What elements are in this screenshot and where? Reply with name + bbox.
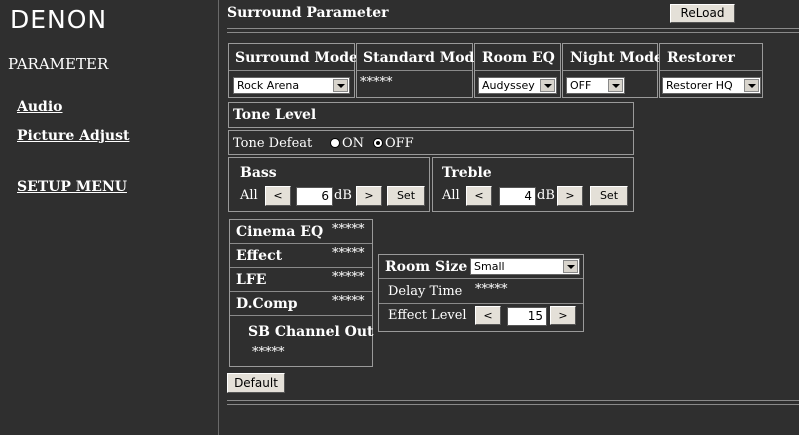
cell-divider [357, 70, 472, 71]
row-divider [379, 303, 583, 304]
tone-defeat-off-label: OFF [385, 136, 414, 151]
bass-set-button[interactable]: Set [387, 186, 425, 206]
cinema-eq-value: ***** [332, 222, 365, 237]
tone-level-title: Tone Level [233, 107, 317, 123]
tone-defeat-on-label: ON [342, 136, 365, 151]
divider [227, 400, 799, 401]
night-mode-header: Night Mode [570, 50, 663, 66]
divider [227, 32, 799, 33]
room-size-select[interactable]: Small [470, 258, 580, 275]
restorer-select[interactable]: Restorer HQ [662, 77, 761, 94]
bass-increase-button[interactable]: > [356, 186, 382, 206]
row-divider [230, 315, 372, 316]
room-eq-select[interactable]: Audyssey [478, 77, 557, 94]
treble-unit: dB [537, 188, 555, 203]
cell-divider [660, 70, 762, 71]
room-size-label: Room Size [385, 259, 468, 275]
divider [227, 404, 799, 405]
chevron-down-icon [744, 79, 759, 92]
cell-divider [229, 70, 354, 71]
sb-channel-out-value: ***** [252, 345, 285, 360]
tone-defeat-off-radio[interactable] [373, 138, 383, 148]
chevron-down-icon [333, 79, 348, 92]
chevron-down-icon [563, 260, 578, 273]
main-panel: Surround Parameter ReLoad Surround Mode … [219, 0, 799, 435]
denon-logo: DENON [10, 5, 108, 34]
restorer-header: Restorer [667, 50, 735, 66]
surround-mode-header: Surround Mode [235, 50, 358, 66]
row-divider [230, 291, 372, 292]
lfe-value: ***** [332, 270, 365, 285]
bass-decrease-button[interactable]: < [265, 186, 291, 206]
treble-value-field[interactable]: 4 [499, 187, 536, 206]
effect-level-increase-button[interactable]: > [550, 306, 576, 325]
divider [227, 28, 799, 29]
night-mode-select[interactable]: OFF [566, 77, 625, 94]
standard-mode-value: ***** [360, 75, 393, 90]
tone-defeat-on-radio[interactable] [330, 138, 340, 148]
default-button[interactable]: Default [227, 373, 285, 393]
bass-title: Bass [240, 165, 277, 181]
room-eq-header: Room EQ [482, 50, 555, 66]
effect-level-label: Effect Level [388, 308, 467, 323]
treble-title: Treble [442, 165, 492, 181]
room-size-value: Small [474, 260, 505, 273]
room-eq-value: Audyssey [482, 79, 535, 92]
sb-channel-out-label: SB Channel Out [248, 324, 374, 340]
treble-decrease-button[interactable]: < [466, 186, 492, 206]
dcomp-value: ***** [332, 294, 365, 309]
reload-button[interactable]: ReLoad [670, 4, 735, 23]
bass-unit: dB [334, 188, 352, 203]
delay-time-label: Delay Time [388, 284, 463, 299]
sidebar-link-setup-menu[interactable]: SETUP MENU [17, 179, 127, 195]
surround-mode-select[interactable]: Rock Arena [233, 77, 350, 94]
effect-label: Effect [236, 248, 283, 264]
row-divider [379, 278, 583, 279]
cell-divider [563, 70, 657, 71]
tone-defeat-label: Tone Defeat [233, 136, 313, 151]
restorer-value: Restorer HQ [666, 79, 733, 92]
surround-mode-value: Rock Arena [237, 79, 300, 92]
effect-value: ***** [332, 246, 365, 261]
params-panel [229, 219, 373, 367]
effect-level-decrease-button[interactable]: < [475, 306, 501, 325]
night-mode-value: OFF [570, 79, 592, 92]
page-title: Surround Parameter [227, 5, 389, 21]
bass-all-label: All [240, 188, 258, 203]
lfe-label: LFE [236, 272, 267, 288]
cinema-eq-label: Cinema EQ [236, 224, 324, 240]
treble-set-button[interactable]: Set [590, 186, 628, 206]
delay-time-value: ***** [475, 282, 508, 297]
effect-level-field[interactable]: 15 [507, 307, 547, 326]
row-divider [230, 243, 372, 244]
bass-value-field[interactable]: 6 [296, 187, 333, 206]
sidebar: DENON PARAMETER Audio Picture Adjust SET… [0, 0, 219, 435]
dcomp-label: D.Comp [236, 296, 298, 312]
sidebar-link-audio[interactable]: Audio [17, 99, 63, 115]
treble-increase-button[interactable]: > [557, 186, 583, 206]
standard-mode-header: Standard Mode [363, 50, 484, 66]
sidebar-title: PARAMETER [8, 55, 109, 73]
chevron-down-icon [540, 79, 555, 92]
sidebar-link-picture-adjust[interactable]: Picture Adjust [17, 128, 129, 144]
chevron-down-icon [608, 79, 623, 92]
treble-all-label: All [442, 188, 460, 203]
cell-divider [475, 70, 560, 71]
row-divider [230, 267, 372, 268]
